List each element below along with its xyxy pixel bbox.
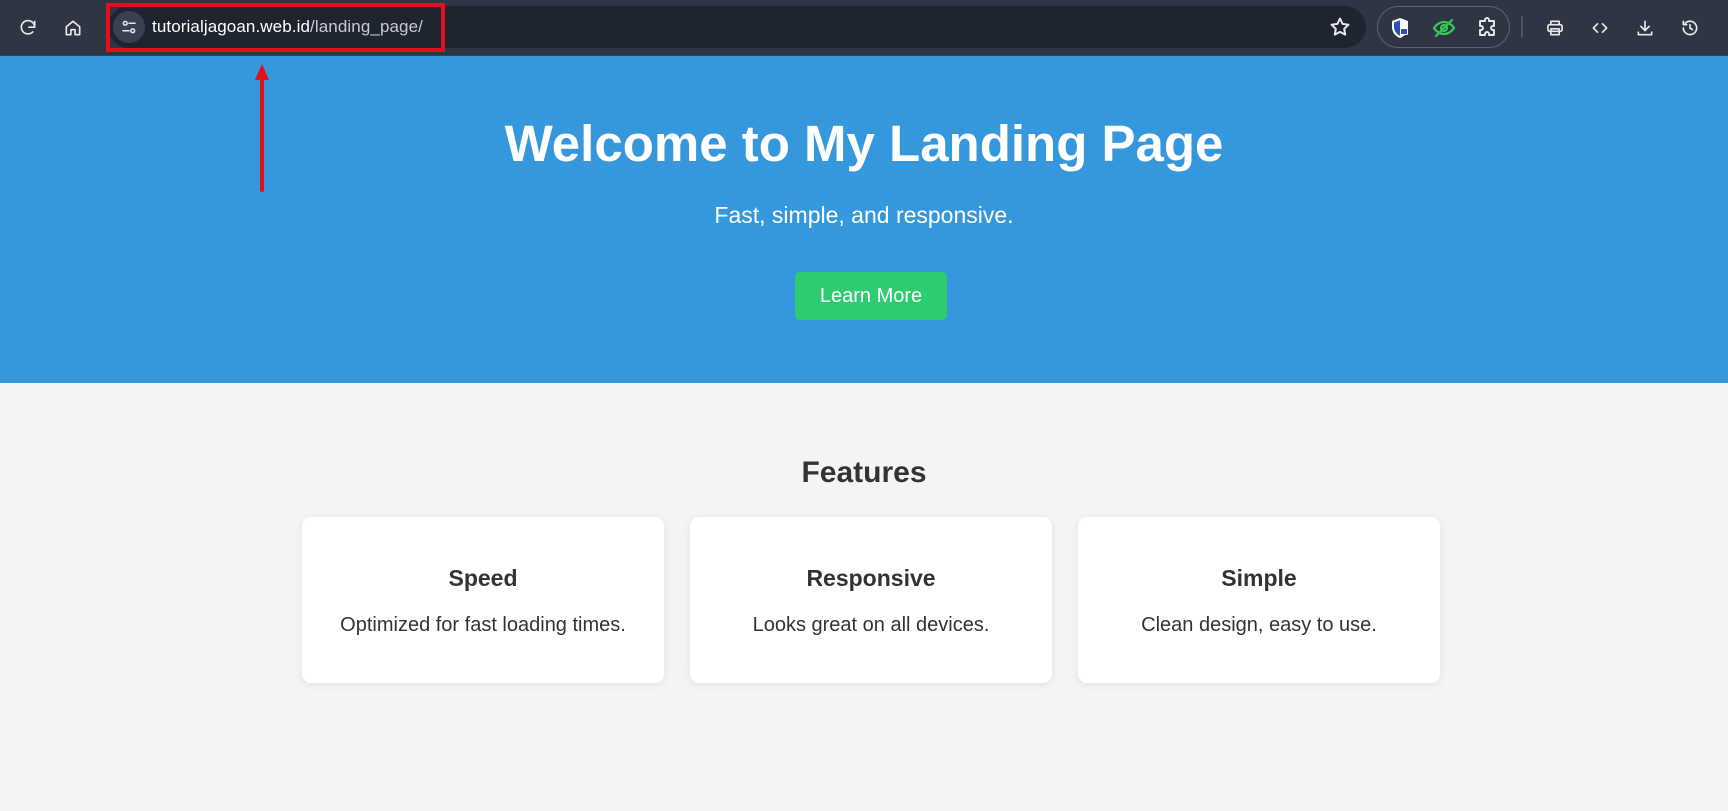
url-text[interactable]: tutorialjagoan.web.id/landing_page/ xyxy=(152,17,423,37)
shield-lock-icon[interactable] xyxy=(1388,16,1412,40)
home-icon[interactable] xyxy=(55,10,91,46)
features-title: Features xyxy=(801,456,927,489)
puzzle-icon[interactable] xyxy=(1476,16,1500,40)
feature-cards: Speed Optimized for fast loading times. … xyxy=(302,517,1440,683)
print-icon[interactable] xyxy=(1537,10,1573,46)
feature-card-text: Optimized for fast loading times. xyxy=(340,614,626,636)
address-bar[interactable]: tutorialjagoan.web.id/landing_page/ xyxy=(108,6,1366,48)
history-icon[interactable] xyxy=(1672,10,1708,46)
feature-card-speed: Speed Optimized for fast loading times. xyxy=(302,517,664,683)
toolbar-divider xyxy=(1521,16,1523,38)
feature-card-title: Speed xyxy=(448,565,518,591)
url-path: /landing_page/ xyxy=(310,17,423,36)
browser-toolbar: tutorialjagoan.web.id/landing_page/ xyxy=(0,0,1728,56)
learn-more-button[interactable]: Learn More xyxy=(795,272,947,320)
url-host: tutorialjagoan.web.id xyxy=(152,17,311,36)
star-icon[interactable] xyxy=(1328,15,1352,39)
tune-icon[interactable] xyxy=(113,11,145,43)
hero-title: Welcome to My Landing Page xyxy=(504,115,1224,172)
feature-card-simple: Simple Clean design, easy to use. xyxy=(1078,517,1440,683)
feature-card-title: Simple xyxy=(1221,565,1297,591)
feature-card-text: Looks great on all devices. xyxy=(752,614,990,636)
code-icon[interactable] xyxy=(1582,10,1618,46)
feature-card-title: Responsive xyxy=(806,565,936,591)
reload-icon[interactable] xyxy=(10,10,46,46)
eye-slash-icon[interactable] xyxy=(1432,16,1456,40)
download-icon[interactable] xyxy=(1627,10,1663,46)
feature-card-responsive: Responsive Looks great on all devices. xyxy=(690,517,1052,683)
hero-subtitle: Fast, simple, and responsive. xyxy=(714,202,1014,228)
features-section: Features Speed Optimized for fast loadin… xyxy=(0,383,1728,811)
hero-section: Welcome to My Landing Page Fast, simple,… xyxy=(0,56,1728,383)
extensions-group xyxy=(1377,6,1510,48)
feature-card-text: Clean design, easy to use. xyxy=(1141,614,1377,636)
